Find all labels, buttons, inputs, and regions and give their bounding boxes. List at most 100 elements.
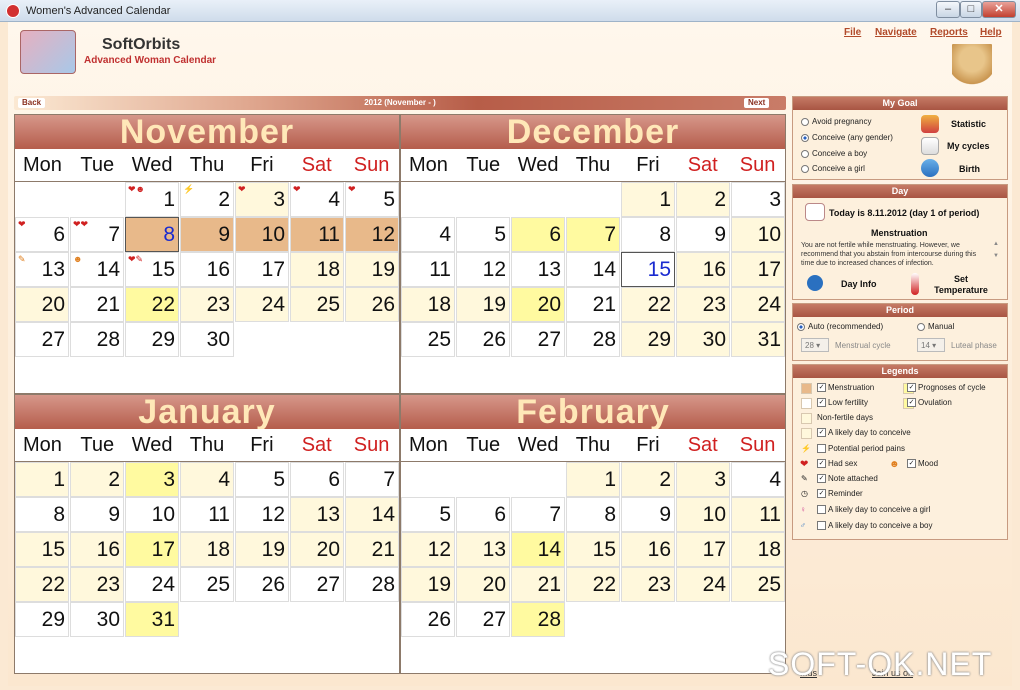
day-cell[interactable]: 3 [125, 462, 179, 497]
day-cell[interactable]: 3 [731, 182, 785, 217]
baby-carriage-icon[interactable] [921, 159, 939, 177]
day-cell[interactable]: 13 [511, 252, 565, 287]
day-cell[interactable]: 28 [566, 322, 620, 357]
day-cell[interactable]: 2 [621, 462, 675, 497]
goal-option-boy[interactable]: Conceive a boy [801, 149, 867, 158]
menu-navigate[interactable]: Navigate [875, 27, 917, 38]
day-cell[interactable]: 3 [676, 462, 730, 497]
day-cell[interactable]: 26 [345, 287, 399, 322]
day-cell[interactable]: 28 [511, 602, 565, 637]
day-cell[interactable]: 9 [70, 497, 124, 532]
day-cell[interactable]: 4 [401, 217, 455, 252]
day-cell[interactable]: 9 [676, 217, 730, 252]
day-cell[interactable]: 15 [15, 532, 69, 567]
day-cell[interactable]: 18 [401, 287, 455, 322]
day-cell[interactable]: 8 [125, 217, 179, 252]
day-cell[interactable]: 26 [456, 322, 510, 357]
day-cell[interactable]: 20 [456, 567, 510, 602]
day-cell[interactable]: 6 [290, 462, 344, 497]
day-cell[interactable]: 20 [511, 287, 565, 322]
day-cell[interactable]: 25 [290, 287, 344, 322]
day-cell[interactable]: 8 [621, 217, 675, 252]
day-cell[interactable]: 15 [566, 532, 620, 567]
day-cell[interactable]: 4 [731, 462, 785, 497]
day-cell[interactable]: 10 [676, 497, 730, 532]
day-cell[interactable]: 14 [345, 497, 399, 532]
luteal-phase-select[interactable]: 14 ▾ [917, 338, 945, 352]
day-cell[interactable]: 22 [621, 287, 675, 322]
day-cell[interactable]: 6 ❤ [15, 217, 69, 252]
day-cell[interactable]: 12 [456, 252, 510, 287]
minimize-button[interactable]: – [936, 1, 960, 18]
day-cell[interactable]: 12 [235, 497, 289, 532]
day-cell[interactable]: 22 [125, 287, 179, 322]
day-cell[interactable]: 28 [345, 567, 399, 602]
day-cell[interactable]: 23 [676, 287, 730, 322]
day-cell[interactable]: 27 [290, 567, 344, 602]
day-cell[interactable]: 23 [621, 567, 675, 602]
legend-menstruation[interactable]: ✓ Menstruation [817, 383, 874, 393]
maximize-button[interactable]: □ [960, 1, 982, 18]
birth-button[interactable]: Birth [959, 164, 980, 174]
day-cell[interactable]: 7 [566, 217, 620, 252]
next-button[interactable]: Next [744, 98, 770, 108]
legend-girl[interactable]: A likely day to conceive a girl [817, 505, 930, 515]
menu-help[interactable]: Help [980, 27, 1002, 38]
legend-mood[interactable]: ✓ Mood [907, 459, 938, 469]
day-cell[interactable]: 5 ❤ [345, 182, 399, 217]
day-cell[interactable]: 21 [511, 567, 565, 602]
day-cell[interactable]: 13 [290, 497, 344, 532]
day-cell[interactable]: 7 [345, 462, 399, 497]
day-cell[interactable]: 2 [676, 182, 730, 217]
day-cell[interactable]: 8 [566, 497, 620, 532]
day-cell[interactable]: 19 [401, 567, 455, 602]
day-cell[interactable]: 30 [180, 322, 234, 357]
day-cell[interactable]: 24 [676, 567, 730, 602]
menu-file[interactable]: File [844, 27, 861, 38]
day-cell[interactable]: 13 [456, 532, 510, 567]
day-cell[interactable]: 31 [125, 602, 179, 637]
day-cell[interactable]: 23 [70, 567, 124, 602]
day-cell[interactable]: 16 [621, 532, 675, 567]
day-cell[interactable]: 14 ☻ [70, 252, 124, 287]
day-cell[interactable]: 24 [235, 287, 289, 322]
period-manual-radio[interactable]: Manual [917, 322, 954, 331]
day-cell[interactable]: 10 [125, 497, 179, 532]
day-cell[interactable]: 20 [15, 287, 69, 322]
legend-had-sex[interactable]: ✓ Had sex [817, 459, 857, 469]
day-cell[interactable]: 1 [566, 462, 620, 497]
day-cell[interactable]: 20 [290, 532, 344, 567]
goal-option-avoid[interactable]: Avoid pregnancy [801, 117, 871, 126]
day-cell[interactable]: 18 [731, 532, 785, 567]
day-cell[interactable]: 29 [125, 322, 179, 357]
day-cell[interactable]: 15 [621, 252, 675, 287]
day-cell[interactable]: 16 [180, 252, 234, 287]
back-button[interactable]: Back [18, 98, 46, 108]
legend-reminder[interactable]: ✓ Reminder [817, 489, 863, 499]
statistic-icon[interactable] [921, 115, 939, 133]
day-cell[interactable]: 10 [235, 217, 289, 252]
day-cell[interactable]: 17 [125, 532, 179, 567]
legend-note[interactable]: ✓ Note attached [817, 474, 878, 484]
day-cell[interactable]: 27 [456, 602, 510, 637]
day-cell[interactable]: 5 [456, 217, 510, 252]
day-cell[interactable]: 18 [180, 532, 234, 567]
day-cell[interactable]: 3 ❤ [235, 182, 289, 217]
day-cell[interactable]: 14 [566, 252, 620, 287]
goal-option-any[interactable]: Conceive (any gender) [801, 133, 893, 142]
day-cell[interactable]: 19 [345, 252, 399, 287]
day-cell[interactable]: 13 ✎ [15, 252, 69, 287]
day-cell[interactable]: 17 [235, 252, 289, 287]
day-cell[interactable]: 19 [235, 532, 289, 567]
day-cell[interactable]: 4 [180, 462, 234, 497]
day-cell[interactable]: 5 [401, 497, 455, 532]
day-cell[interactable]: 27 [511, 322, 565, 357]
day-cell[interactable]: 10 [731, 217, 785, 252]
thermometer-icon[interactable] [911, 273, 919, 295]
day-cell[interactable]: 2 ⚡ [180, 182, 234, 217]
day-cell[interactable]: 25 [180, 567, 234, 602]
day-cell[interactable]: 6 [456, 497, 510, 532]
goal-option-girl[interactable]: Conceive a girl [801, 164, 865, 173]
day-cell[interactable]: 6 [511, 217, 565, 252]
day-cell[interactable]: 28 [70, 322, 124, 357]
